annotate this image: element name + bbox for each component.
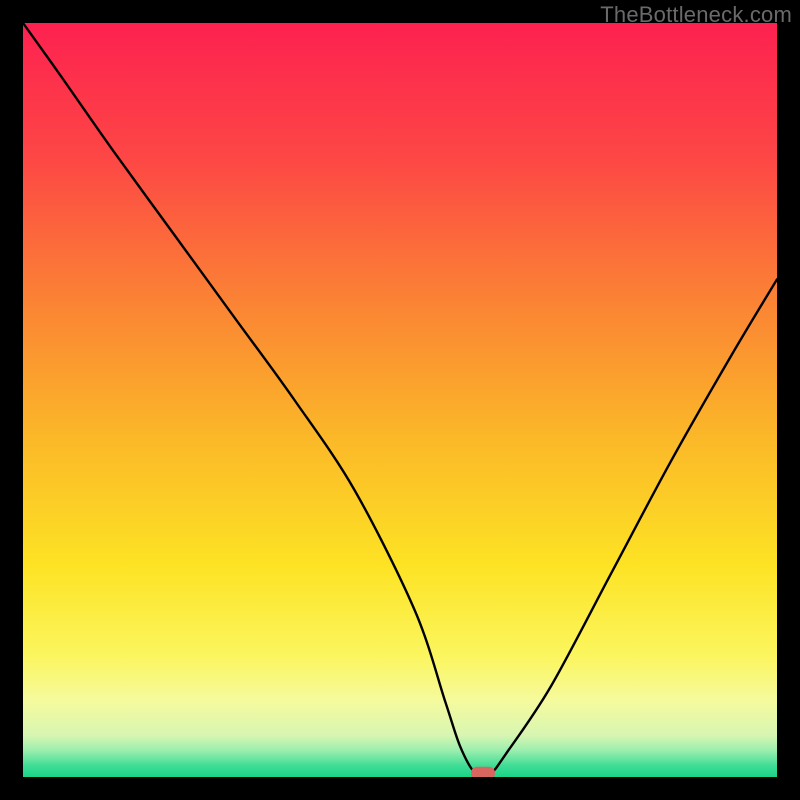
chart-svg [23, 23, 777, 777]
watermark-text: TheBottleneck.com [600, 2, 792, 28]
chart-frame: TheBottleneck.com [0, 0, 800, 800]
gradient-background [23, 23, 777, 777]
optimal-point-marker [471, 767, 495, 777]
plot-area [23, 23, 777, 777]
